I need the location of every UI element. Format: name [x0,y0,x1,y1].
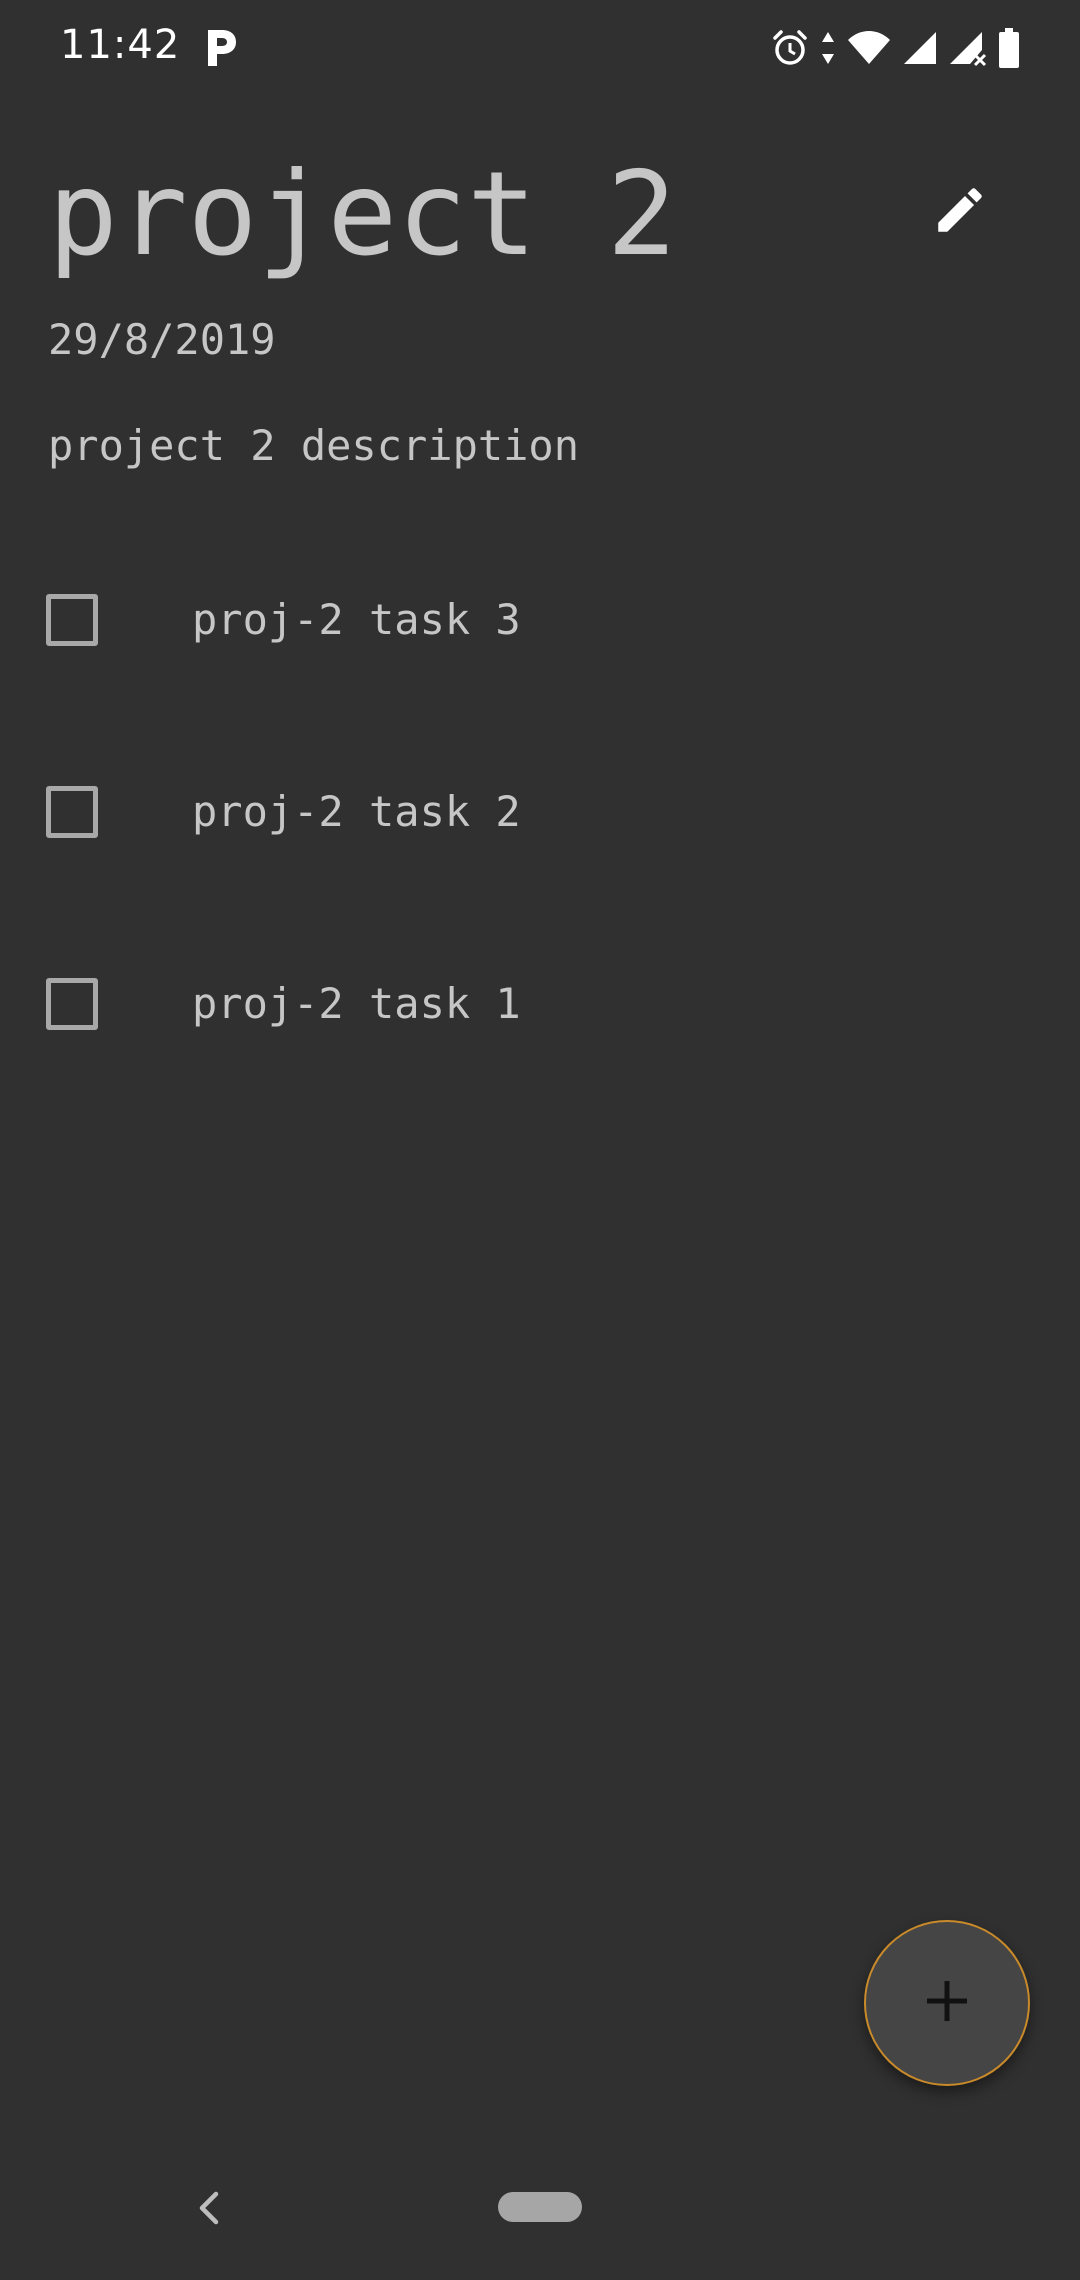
task-label: proj-2 task 1 [192,979,521,1028]
list-item[interactable]: proj-2 task 2 [0,752,1080,944]
edit-project-button[interactable] [918,170,1002,254]
add-task-button[interactable] [864,1920,1030,2086]
wifi-icon [846,28,892,68]
task-label: proj-2 task 3 [192,595,521,644]
home-pill-icon[interactable] [498,2192,582,2222]
task-label: proj-2 task 2 [192,787,521,836]
pencil-icon [931,181,989,243]
status-icons [770,24,1020,72]
project-description: project 2 description [48,421,580,470]
data-arrows-icon [820,28,836,68]
list-item[interactable]: proj-2 task 1 [0,944,1080,1136]
task-list: proj-2 task 3 proj-2 task 2 proj-2 task … [0,560,1080,1136]
task-checkbox[interactable] [46,978,98,1030]
status-time: 11:42 [60,22,181,68]
battery-icon [998,27,1020,69]
status-bar: 11:42 [0,0,1080,96]
list-item[interactable]: proj-2 task 3 [0,560,1080,752]
signal-icon [902,28,938,68]
signal-no-sim-icon [948,28,988,68]
project-title: project 2 [48,147,677,282]
parking-p-icon [200,26,240,70]
project-date: 29/8/2019 [48,315,276,364]
task-checkbox[interactable] [46,786,98,838]
project-detail-screen: 11:42 project 2 29/8/2019 project 2 desc… [0,0,1080,2280]
task-checkbox[interactable] [46,594,98,646]
plus-icon [923,1977,971,2029]
alarm-icon [770,28,810,68]
back-chevron-icon[interactable] [188,2180,228,2236]
